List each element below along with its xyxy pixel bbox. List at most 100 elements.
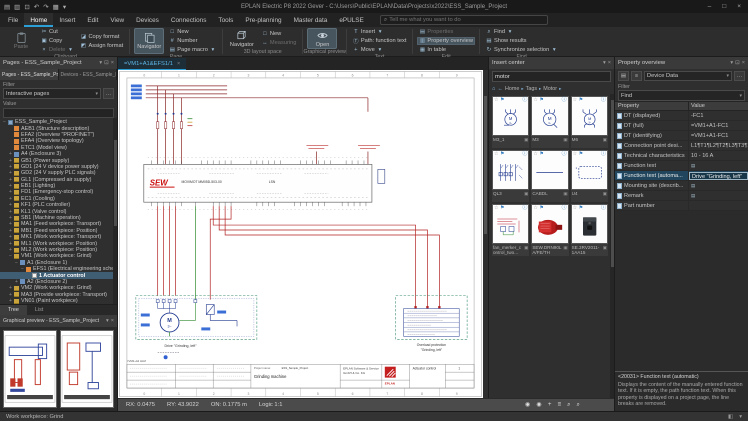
insert-point-icon[interactable]: + [548, 401, 552, 409]
preview-page-thumbnail[interactable] [60, 330, 114, 408]
expand-icon[interactable]: + [8, 292, 13, 298]
info-icon[interactable]: ⓘ [562, 98, 567, 103]
paste-button[interactable]: Paste [6, 28, 36, 54]
category-view-icon[interactable]: ▤ [618, 71, 629, 81]
property-row[interactable]: Function text▤ [615, 161, 748, 171]
bookmark-icon[interactable]: ⚑ [579, 206, 583, 211]
maximize-icon[interactable]: □ [722, 3, 726, 10]
property-row[interactable]: Part number [615, 201, 748, 211]
tab-edit[interactable]: Edit [81, 13, 104, 27]
copy-format-button[interactable]: ◪Copy format [78, 33, 125, 41]
tab-devices-panel[interactable]: Devices - ESS_Sample_Pr... [59, 69, 118, 80]
camera-icon[interactable]: ▣ [603, 137, 607, 148]
expand-icon[interactable]: + [8, 183, 13, 189]
schematic-canvas[interactable]: 0123456789 0123456789 [118, 70, 488, 398]
assign-format-button[interactable]: ◩Assign format [78, 42, 125, 50]
page-navigator-button[interactable]: Navigator [134, 28, 164, 54]
expand-icon[interactable]: + [8, 209, 13, 215]
expand-icon[interactable]: + [8, 196, 13, 202]
info-icon[interactable]: ⓘ [562, 152, 567, 157]
editor-vertical-scrollbar[interactable] [483, 70, 488, 398]
show-results-button[interactable]: ▤Show results [484, 37, 559, 45]
insert-search[interactable] [492, 71, 611, 82]
tree-item[interactable]: +MA3 (Provide workpiece: Transport) [0, 292, 117, 298]
favorite-icon[interactable]: ☆ [494, 98, 498, 103]
bookmark-icon[interactable]: ⚑ [539, 152, 543, 157]
tab-master-data[interactable]: Master data [288, 13, 334, 27]
tab-devices[interactable]: Devices [130, 13, 165, 27]
move-button[interactable]: +Move▾ [351, 46, 409, 54]
copy-button[interactable]: ▣Copy [39, 37, 75, 45]
breadcrumb-tags[interactable]: Tags [526, 86, 537, 92]
expand-icon[interactable]: + [8, 234, 13, 240]
qa-redo-icon[interactable]: ↷ [43, 3, 48, 11]
property-row[interactable]: Technical characteristics10 - 16 A [615, 151, 748, 161]
expand-icon[interactable]: − [2, 119, 7, 125]
expand-icon[interactable]: + [8, 151, 13, 157]
expand-icon[interactable]: + [8, 177, 13, 183]
tab-epulse[interactable]: ePULSE [333, 13, 370, 27]
zoom-in-icon[interactable]: ⌕ [567, 401, 570, 409]
property-filter-select[interactable]: Find ▾ [618, 90, 745, 101]
expand-icon[interactable]: + [8, 202, 13, 208]
favorite-icon[interactable]: ☆ [533, 98, 537, 103]
filter-more-button[interactable]: … [103, 88, 114, 99]
expand-icon[interactable]: + [8, 189, 13, 195]
bookmark-icon[interactable]: ⚑ [539, 206, 543, 211]
expand-icon[interactable]: + [8, 285, 13, 291]
value-input[interactable] [3, 108, 114, 118]
tab-tree[interactable]: Tree [0, 305, 27, 315]
tree-item[interactable]: +MA1 (Feed workpiece: Transport) [0, 221, 117, 227]
layout-new-button[interactable]: □New [260, 30, 299, 38]
expand-icon[interactable]: + [8, 170, 13, 176]
info-icon[interactable]: ⓘ [601, 152, 606, 157]
cut-button[interactable]: ✂Cut [39, 28, 75, 36]
multiline-edit-icon[interactable]: ▤ [691, 163, 695, 168]
qa-undo-icon[interactable]: ↶ [34, 3, 39, 11]
info-icon[interactable]: ⓘ [522, 152, 527, 157]
property-scheme-select[interactable]: Device Data ▾ [644, 71, 732, 81]
text-insert-button[interactable]: TInsert▾ [351, 28, 409, 36]
tree-item[interactable]: +MK1 (Work workpiece: Transport) [0, 234, 117, 240]
tab-file[interactable]: File [2, 13, 24, 27]
page-macro-button[interactable]: ▤Page macro▾ [167, 46, 218, 54]
insert-item[interactable]: ☆⚑ⓘ M3~ M6▣ [571, 96, 608, 148]
camera-icon[interactable]: ▣ [563, 137, 567, 148]
breadcrumb-motor[interactable]: Motor [543, 86, 557, 92]
page-number-button[interactable]: #Number [167, 37, 218, 45]
insert-scrollbar[interactable] [610, 94, 614, 398]
favorite-icon[interactable]: ☆ [533, 206, 537, 211]
camera-icon[interactable]: ▣ [603, 191, 607, 202]
favorite-icon[interactable]: ☆ [573, 152, 577, 157]
expand-icon[interactable]: + [8, 241, 13, 247]
info-icon[interactable]: ⓘ [522, 206, 527, 211]
insert-item[interactable]: ☆⚑ⓘ M3~ M3▣ [531, 96, 568, 148]
close-panel-icon[interactable]: × [742, 60, 745, 66]
in-table-button[interactable]: ▦In table [417, 46, 475, 54]
expand-icon[interactable]: + [8, 228, 13, 234]
insert-item[interactable]: ☆⚑ⓘ CABDL▣ [531, 150, 568, 202]
multiline-edit-icon[interactable]: ▤ [691, 183, 695, 188]
bookmark-icon[interactable]: ⚑ [500, 206, 504, 211]
info-icon[interactable]: ⓘ [562, 206, 567, 211]
camera-icon[interactable]: ▣ [524, 191, 528, 202]
camera-icon[interactable]: ▣ [563, 191, 567, 202]
insert-item[interactable]: ☆⚑ⓘ SEW.DRN90L A/FE/TH▣ [531, 204, 568, 256]
favorite-icon[interactable]: ☆ [533, 152, 537, 157]
insert-item[interactable]: ☆⚑ⓘ QL3▣ [492, 150, 529, 202]
ribbon-search-input[interactable] [389, 17, 544, 23]
property-overview-button[interactable]: ▥Property overview [417, 37, 475, 45]
insert-item[interactable]: ☆⚑ⓘ fan_merker_control_two...▣ [492, 204, 529, 256]
object-snap-icon[interactable]: ◉ [525, 401, 530, 409]
expand-icon[interactable]: + [8, 298, 13, 304]
expand-icon[interactable]: − [8, 253, 13, 259]
minimize-icon[interactable]: – [708, 3, 712, 10]
expand-icon[interactable]: − [20, 266, 25, 272]
qa-open-icon[interactable]: ▥ [14, 3, 20, 11]
property-row[interactable]: DT (displayed)-FC1 [615, 111, 748, 121]
favorite-icon[interactable]: ☆ [494, 206, 498, 211]
tab-home[interactable]: Home [24, 13, 53, 27]
bookmark-icon[interactable]: ⚑ [500, 98, 504, 103]
chevron-down-icon[interactable]: ▾ [99, 60, 102, 66]
insert-search-input[interactable] [495, 74, 608, 80]
